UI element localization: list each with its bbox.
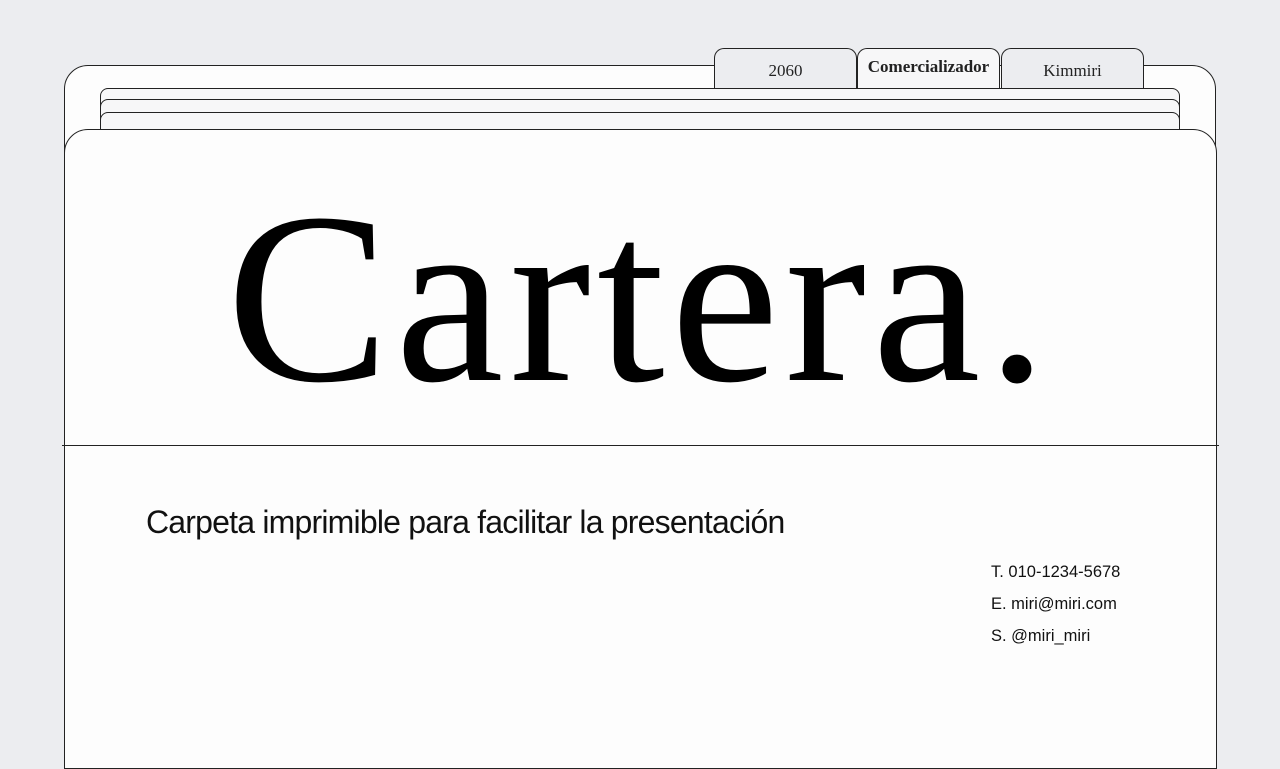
divider-line <box>62 445 1219 446</box>
cover-title: Cartera. <box>226 163 1054 433</box>
cover-subtitle: Carpeta imprimible para facilitar la pre… <box>146 504 785 540</box>
contact-social: S. @miri_miri <box>991 627 1091 645</box>
contact-email: E. miri@miri.com <box>991 595 1117 613</box>
contact-block: T. 010-1234-5678 E. miri@miri.com S. @mi… <box>991 562 1120 658</box>
contact-phone: T. 010-1234-5678 <box>991 563 1121 581</box>
